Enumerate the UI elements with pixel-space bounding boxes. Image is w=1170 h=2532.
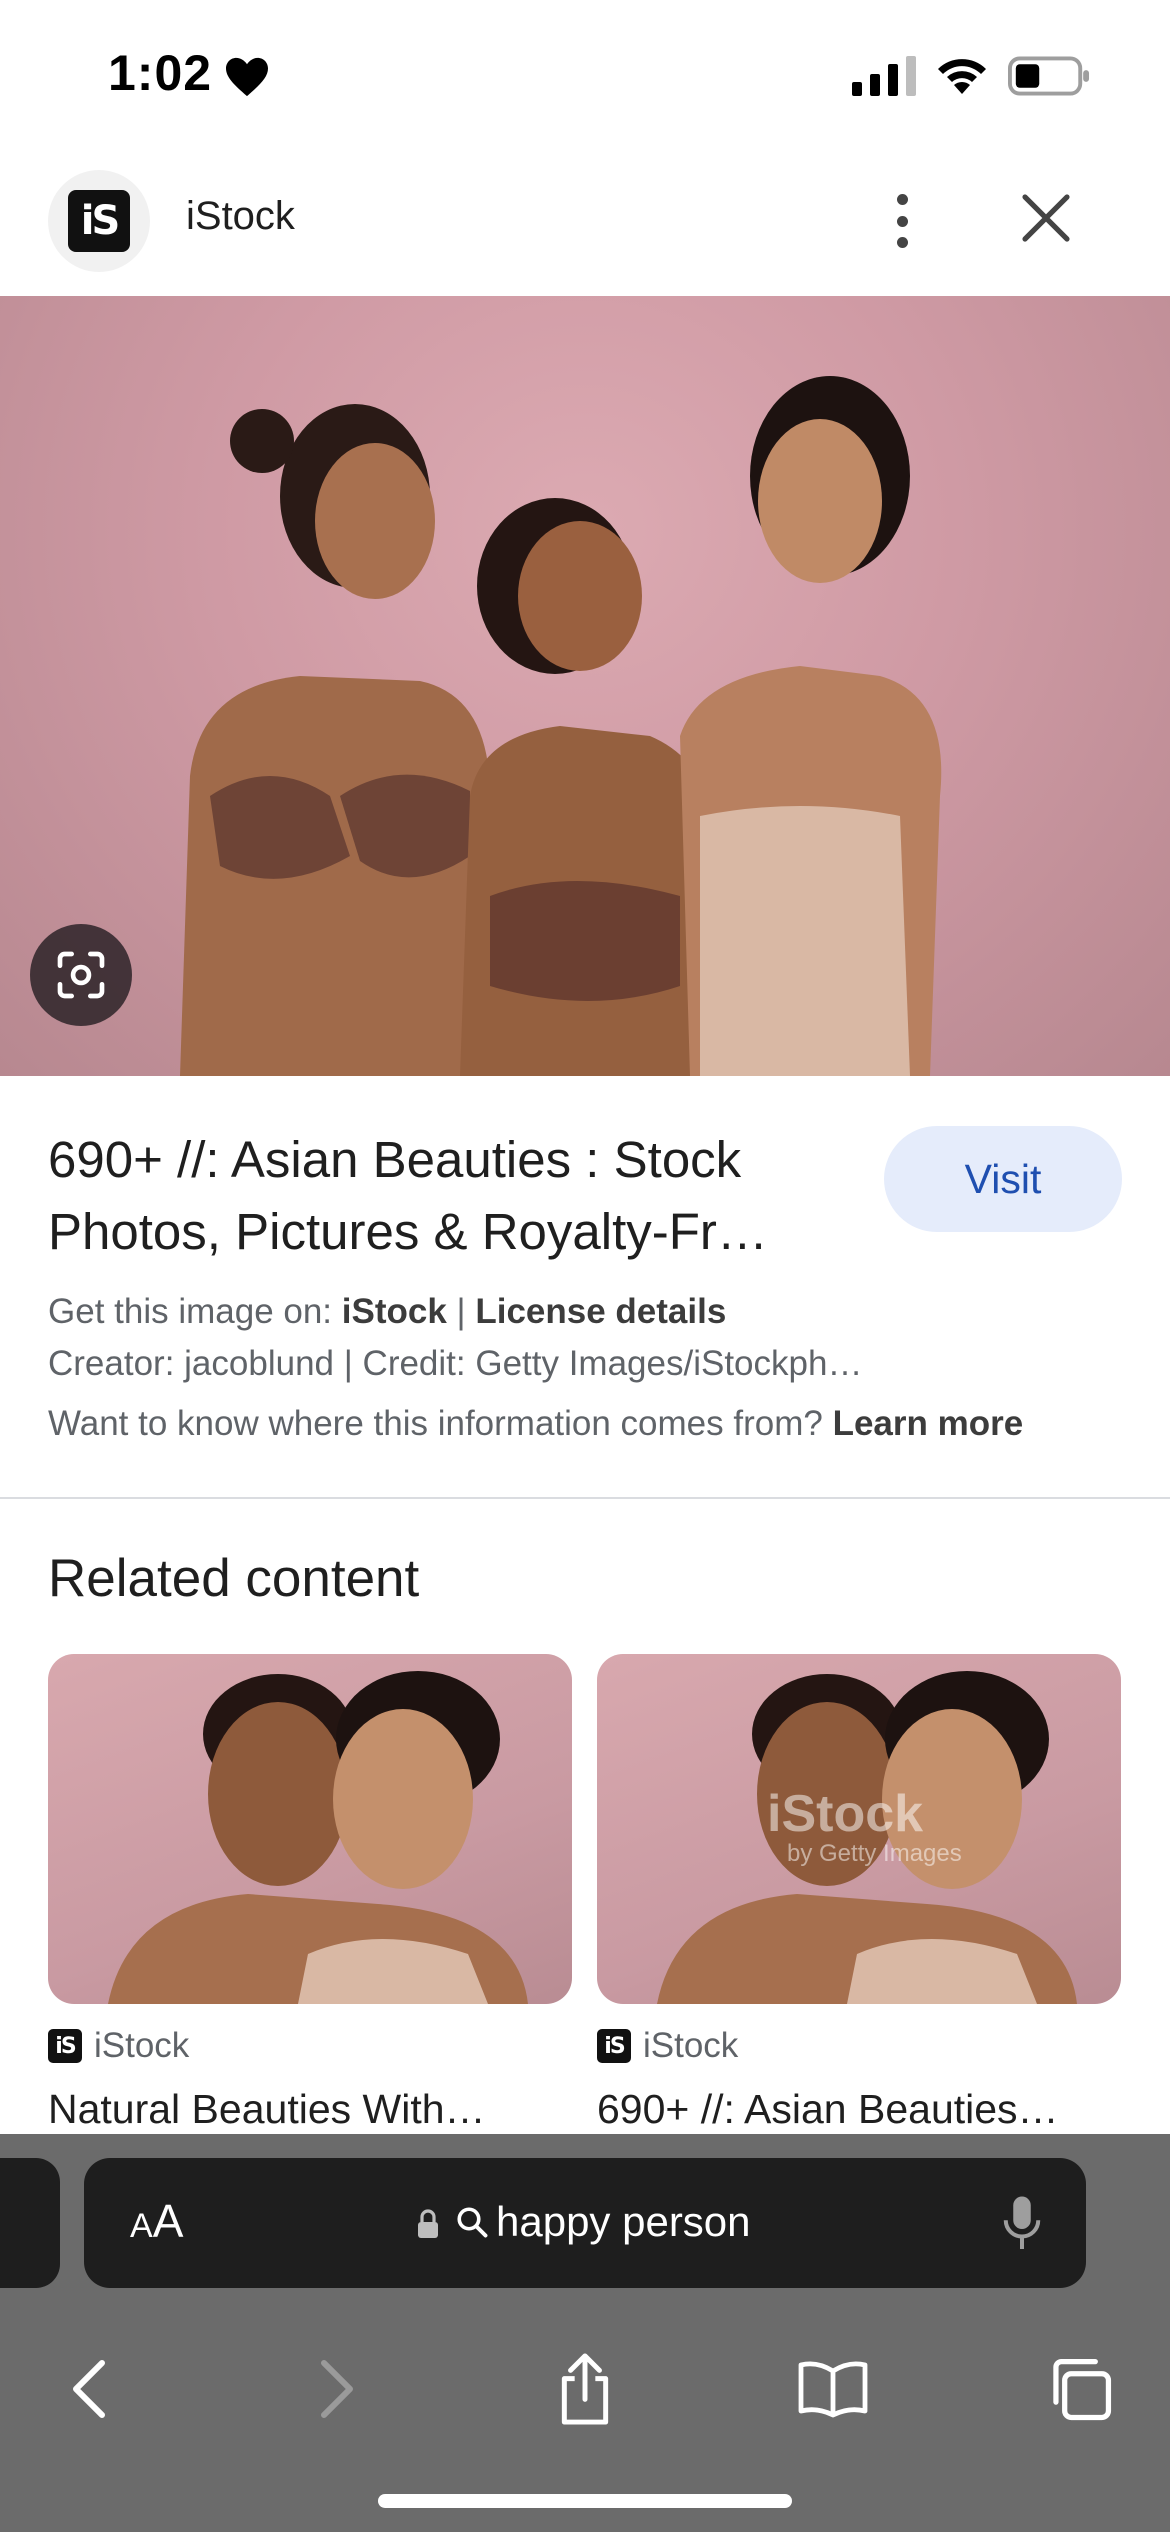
site-name[interactable]: iStock xyxy=(186,194,295,239)
result-title[interactable]: 690+ //: Asian Beauties : Stock Photos, … xyxy=(48,1124,868,1268)
credit-line: Creator: jacoblund | Credit: Getty Image… xyxy=(48,1344,863,1383)
result-image[interactable] xyxy=(0,296,1170,1076)
heart-icon xyxy=(226,57,268,97)
result-header: iS iStock xyxy=(0,150,1170,296)
tabs-button[interactable] xyxy=(1038,2324,1122,2454)
related-card-source: iS iStock xyxy=(48,2026,189,2066)
related-card-title[interactable]: 690+ //: Asian Beauties… xyxy=(597,2086,1121,2133)
book-icon xyxy=(798,2361,868,2418)
browser-toolbar xyxy=(0,2324,1170,2454)
previous-tab-peek[interactable] xyxy=(0,2158,60,2288)
photo-illustration xyxy=(180,376,942,1076)
learn-more-link[interactable]: Learn more xyxy=(833,1404,1024,1443)
istock-watermark-sub: by Getty Images xyxy=(787,1840,962,1867)
more-options-icon[interactable] xyxy=(880,186,924,256)
address-text[interactable]: happy person xyxy=(496,2198,751,2246)
source-separator: | xyxy=(446,1292,476,1331)
status-bar: 1:02 xyxy=(0,0,1170,150)
forward-button[interactable] xyxy=(298,2324,378,2454)
back-button[interactable] xyxy=(48,2324,128,2454)
share-button[interactable] xyxy=(540,2324,630,2454)
related-content-title: Related content xyxy=(48,1549,420,1608)
istock-logo: iS xyxy=(68,190,130,252)
home-indicator[interactable] xyxy=(378,2494,792,2508)
related-card[interactable]: iS iStock Natural Beauties With… xyxy=(48,1654,572,2132)
bookmarks-button[interactable] xyxy=(786,2324,880,2454)
photo-illustration xyxy=(108,1671,528,2004)
visit-button[interactable]: Visit xyxy=(884,1126,1122,1232)
source-link[interactable]: iStock xyxy=(342,1292,447,1331)
chevron-left-icon xyxy=(73,2360,105,2418)
info-line: Want to know where this information come… xyxy=(48,1404,1023,1444)
source-line: Get this image on: iStock | License deta… xyxy=(48,1292,726,1332)
microphone-icon[interactable] xyxy=(1002,2194,1042,2254)
battery-icon xyxy=(1008,56,1090,96)
related-card-source-name: iStock xyxy=(643,2026,739,2065)
related-card[interactable]: iStock by Getty Images iS iStock 690+ //… xyxy=(597,1654,1121,2132)
lens-icon xyxy=(57,951,105,999)
related-card-image[interactable]: iStock by Getty Images xyxy=(597,1654,1121,2004)
close-icon[interactable] xyxy=(1018,190,1074,246)
istock-watermark: iStock xyxy=(767,1785,924,1843)
divider xyxy=(0,1497,1170,1499)
status-time: 1:02 xyxy=(108,45,213,101)
address-bar[interactable]: AA happy person xyxy=(84,2158,1086,2288)
istock-logo-icon: iS xyxy=(48,2029,82,2063)
source-prefix: Get this image on: xyxy=(48,1292,342,1331)
search-icon xyxy=(457,2207,488,2238)
related-card-title[interactable]: Natural Beauties With… xyxy=(48,2086,572,2133)
browser-bottom-bar: AA happy person xyxy=(0,2134,1170,2532)
related-card-source-name: iStock xyxy=(94,2026,190,2065)
lock-icon xyxy=(418,2209,438,2238)
related-card-image[interactable] xyxy=(48,1654,572,2004)
chevron-right-icon xyxy=(321,2360,353,2418)
wifi-icon xyxy=(938,59,986,94)
page-settings-button[interactable]: AA xyxy=(130,2194,183,2248)
istock-logo-icon: iS xyxy=(597,2029,631,2063)
license-details-link[interactable]: License details xyxy=(475,1292,726,1331)
related-card-source: iS iStock xyxy=(597,2026,738,2066)
site-avatar[interactable]: iS xyxy=(48,170,150,272)
info-question: Want to know where this information come… xyxy=(48,1404,833,1443)
share-icon xyxy=(561,2353,609,2425)
google-lens-button[interactable] xyxy=(30,924,132,1026)
tabs-icon xyxy=(1053,2359,1112,2421)
cellular-signal-icon xyxy=(852,56,916,96)
